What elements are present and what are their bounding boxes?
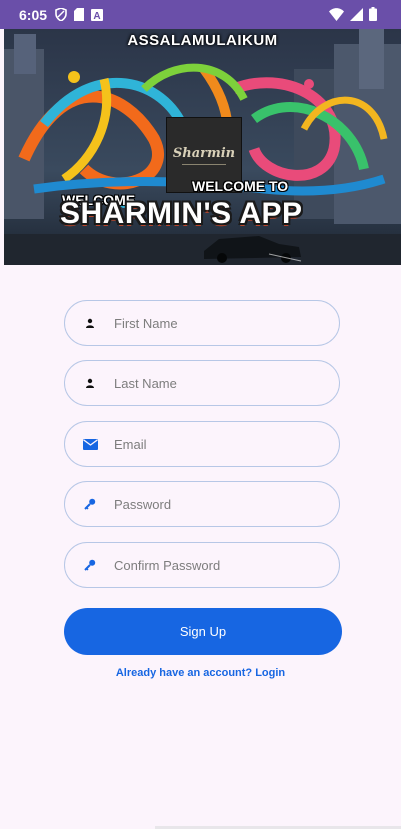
last-name-input[interactable]	[112, 374, 316, 392]
last-name-field[interactable]	[64, 360, 340, 406]
cell-signal-icon	[350, 7, 363, 21]
status-system-icons	[329, 7, 377, 21]
password-input[interactable]	[112, 495, 316, 513]
status-time: 6:05	[19, 6, 48, 23]
confirm-password-field[interactable]	[64, 542, 340, 588]
font-a-icon: A	[91, 8, 104, 21]
banner-app-title: SHARMIN'S APP	[60, 197, 303, 230]
first-name-field[interactable]	[64, 300, 340, 346]
sign-up-button[interactable]: Sign Up	[64, 608, 342, 655]
confirm-password-input[interactable]	[112, 556, 316, 574]
battery-icon	[369, 7, 377, 21]
logo-underline	[182, 163, 226, 165]
person-icon	[82, 375, 98, 391]
status-notification-icons: A	[55, 8, 104, 21]
status-bar: 6:05 A	[0, 0, 401, 29]
key-icon	[82, 496, 98, 512]
email-field[interactable]	[64, 421, 340, 467]
envelope-icon	[82, 436, 98, 452]
email-input[interactable]	[112, 435, 316, 453]
first-name-input[interactable]	[112, 314, 316, 332]
person-icon	[82, 315, 98, 331]
password-field[interactable]	[64, 481, 340, 527]
sim-card-icon	[74, 8, 85, 21]
welcome-banner-image: ASSALAMULAIKUM Sharmin WELCOME WELCOME T…	[4, 29, 401, 265]
login-link[interactable]: Already have an account? Login	[0, 667, 401, 679]
key-icon	[82, 557, 98, 573]
logo-text: Sharmin	[172, 145, 236, 161]
svg-text:A: A	[93, 11, 100, 21]
banner-greeting-text: ASSALAMULAIKUM	[127, 32, 278, 49]
wifi-icon	[329, 7, 344, 21]
banner-welcome-right-text: WELCOME TO	[192, 178, 289, 194]
shield-icon	[55, 8, 67, 21]
